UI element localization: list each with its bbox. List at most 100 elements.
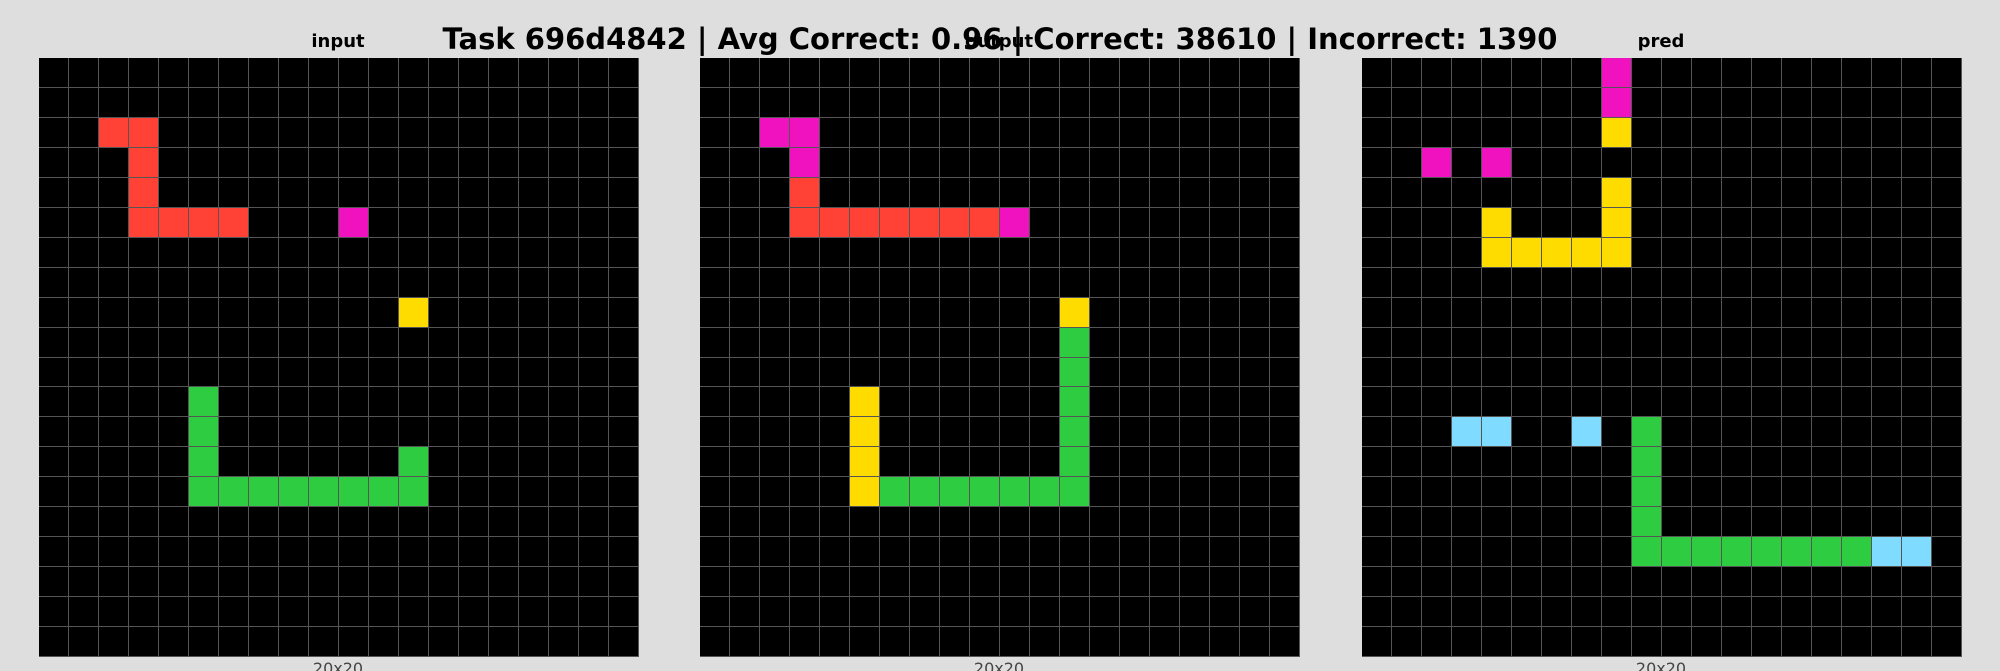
- grid-cell: [609, 327, 639, 358]
- grid-cell: [1542, 477, 1572, 508]
- grid-cell: [880, 267, 910, 298]
- grid-cell: [790, 627, 820, 657]
- grid-cell: [880, 327, 910, 358]
- grid-cell: [339, 597, 369, 628]
- grid-cell: [1512, 567, 1542, 598]
- grid-cell: [399, 477, 429, 508]
- grid-cell: [1422, 267, 1452, 298]
- grid-cell: [249, 447, 279, 478]
- grid-cell: [609, 58, 639, 88]
- grid-cell: [1752, 627, 1782, 657]
- grid-cell: [1482, 327, 1512, 358]
- grid-cell: [1812, 537, 1842, 568]
- grid-cell: [1060, 627, 1090, 657]
- grid-cell: [1180, 117, 1210, 148]
- grid-cell: [579, 87, 609, 118]
- grid-cell: [1270, 597, 1300, 628]
- grid-cell: [309, 237, 339, 268]
- grid-cell: [489, 627, 519, 657]
- grid-cell: [1512, 117, 1542, 148]
- grid-cell: [1932, 477, 1962, 508]
- grid-cell: [1422, 58, 1452, 88]
- grid-cell: [1902, 357, 1932, 388]
- grid-cell: [249, 567, 279, 598]
- grid-cell: [1150, 417, 1180, 448]
- grid-cell: [159, 477, 189, 508]
- grid-cell: [1392, 87, 1422, 118]
- grid-cell: [970, 58, 1000, 88]
- grid-cell: [1362, 87, 1392, 118]
- grid-cell: [159, 147, 189, 178]
- grid-cell: [730, 537, 760, 568]
- grid-cell: [309, 147, 339, 178]
- grid-cell: [189, 537, 219, 568]
- grid-cell: [970, 357, 1000, 388]
- grid-cell: [940, 447, 970, 478]
- grid-cell: [549, 297, 579, 328]
- grid-cell: [1812, 327, 1842, 358]
- grid-cell: [1572, 237, 1602, 268]
- grid-cell: [519, 567, 549, 598]
- grid-cell: [1210, 357, 1240, 388]
- grid-cell: [519, 417, 549, 448]
- grid-cell: [1872, 417, 1902, 448]
- grid-cell: [1752, 177, 1782, 208]
- grid-cell: [549, 567, 579, 598]
- grid-cell: [1782, 267, 1812, 298]
- grid-cell: [1722, 627, 1752, 657]
- grid-cell: [1572, 357, 1602, 388]
- grid-cell: [1120, 447, 1150, 478]
- grid-cell: [1270, 387, 1300, 418]
- grid-cell: [1722, 177, 1752, 208]
- grid-cell: [1602, 567, 1632, 598]
- grid-cell: [1542, 207, 1572, 238]
- grid-cell: [579, 117, 609, 148]
- grid-cell: [519, 537, 549, 568]
- grid-cell: [1692, 627, 1722, 657]
- grid-cell: [1422, 417, 1452, 448]
- grid-cell: [399, 87, 429, 118]
- grid-cell: [1572, 147, 1602, 178]
- grid-cell: [850, 327, 880, 358]
- grid-cell: [1752, 327, 1782, 358]
- grid-cell: [1602, 297, 1632, 328]
- grid-cell: [730, 237, 760, 268]
- grid-cell: [1902, 147, 1932, 178]
- grid-cell: [1662, 477, 1692, 508]
- grid-cell: [1210, 58, 1240, 88]
- grid-cell: [1512, 417, 1542, 448]
- grid-cell: [489, 267, 519, 298]
- grid-cell: [1090, 147, 1120, 178]
- grid-cell: [1812, 627, 1842, 657]
- grid-cell: [549, 207, 579, 238]
- grid-cell: [1932, 567, 1962, 598]
- grid-cell: [69, 597, 99, 628]
- grid-cell: [309, 447, 339, 478]
- grid-cell: [1422, 447, 1452, 478]
- grid-cell: [1722, 597, 1752, 628]
- grid-cell: [1662, 177, 1692, 208]
- grid-cell: [940, 327, 970, 358]
- grid-cell: [1452, 417, 1482, 448]
- grid-cell: [159, 597, 189, 628]
- grid-cell: [1090, 417, 1120, 448]
- grid-cell: [880, 627, 910, 657]
- grid-cell: [1692, 177, 1722, 208]
- grid-cell: [579, 327, 609, 358]
- grid-cell: [39, 177, 69, 208]
- grid-cell: [1180, 147, 1210, 178]
- grid-cell: [790, 357, 820, 388]
- grid-cell: [579, 207, 609, 238]
- grid-cell: [1572, 297, 1602, 328]
- grid-cell: [1512, 507, 1542, 538]
- grid-cell: [339, 58, 369, 88]
- grid-cell: [489, 477, 519, 508]
- grid-cell: [489, 507, 519, 538]
- grid-cell: [1240, 237, 1270, 268]
- grid-cell: [1512, 267, 1542, 298]
- grid-cell: [279, 58, 309, 88]
- grid-cell: [1482, 357, 1512, 388]
- grid-cell: [579, 387, 609, 418]
- grid-cell: [1872, 447, 1902, 478]
- grid-cell: [730, 387, 760, 418]
